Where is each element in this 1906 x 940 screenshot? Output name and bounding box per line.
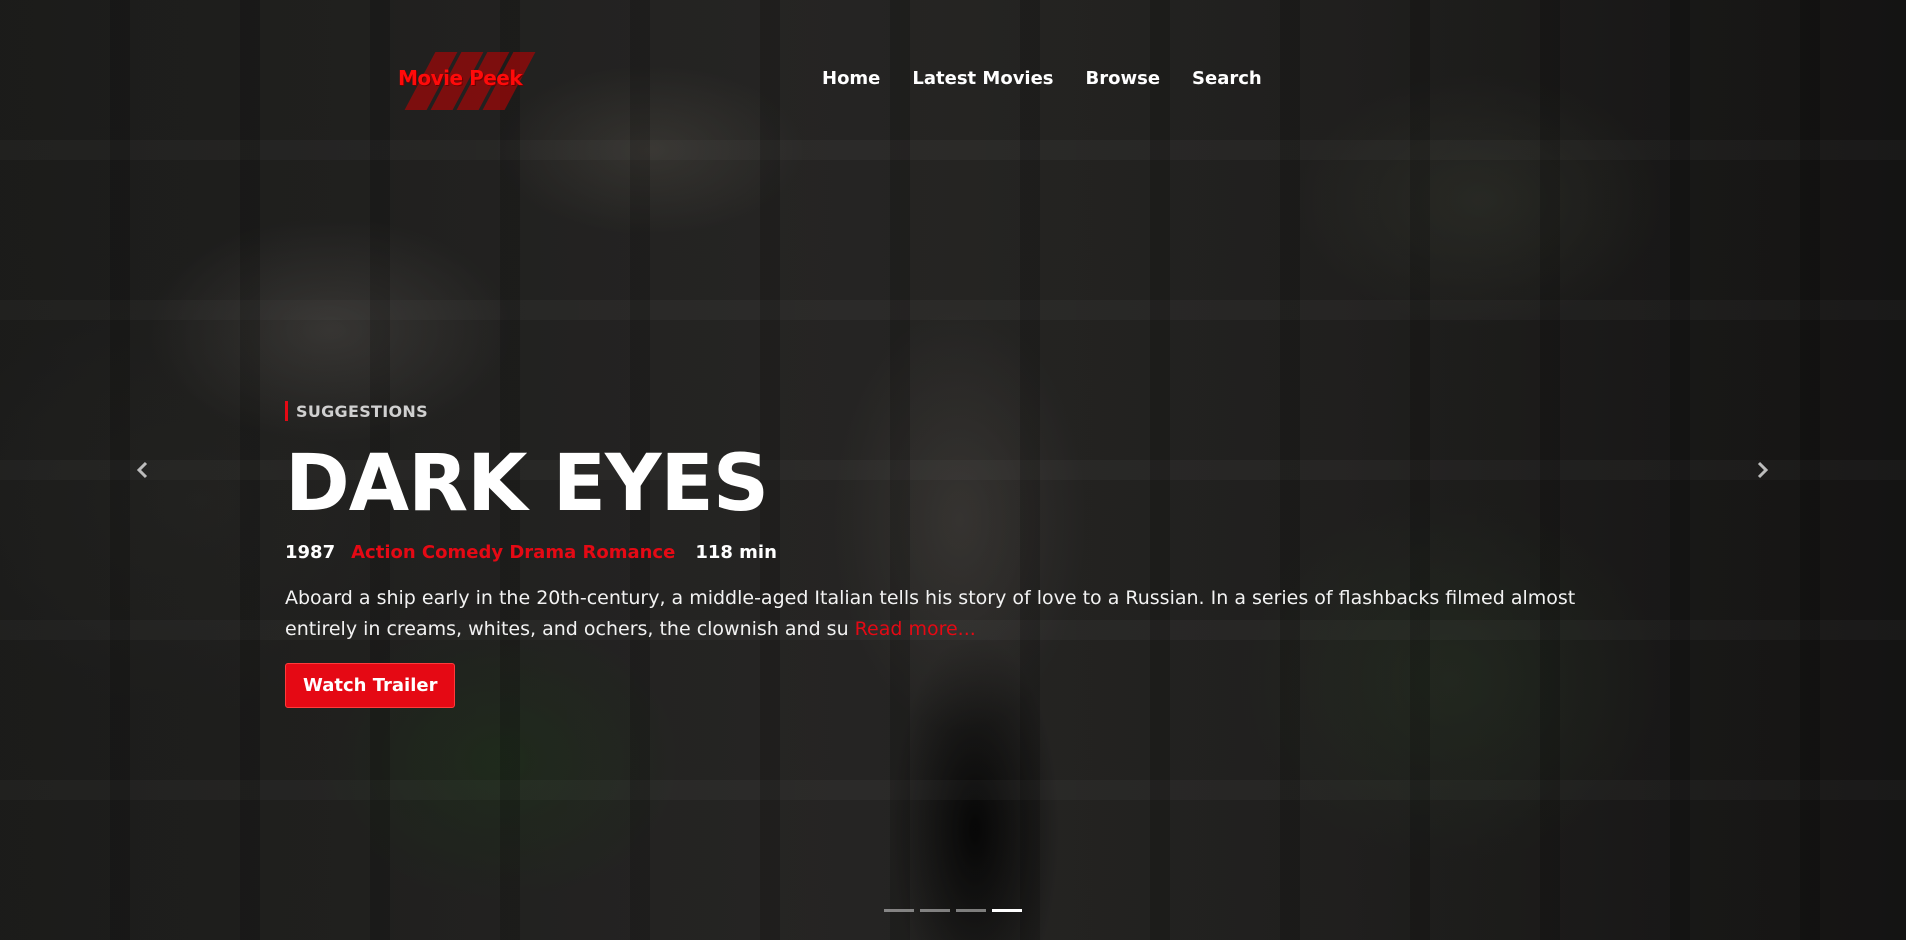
carousel-indicator-1[interactable] — [884, 909, 914, 912]
kicker-accent-bar — [285, 401, 288, 421]
main-menu: Home Latest Movies Browse Search — [822, 68, 1262, 89]
carousel-prev-button[interactable] — [128, 455, 158, 485]
nav-item-search[interactable]: Search — [1192, 68, 1262, 89]
read-more-link[interactable]: Read more... — [855, 618, 976, 640]
watch-trailer-button[interactable]: Watch Trailer — [285, 663, 456, 708]
carousel-indicator-3[interactable] — [956, 909, 986, 912]
logo-text: Movie Peek — [398, 66, 523, 90]
hero-banner: Movie Peek Home Latest Movies Browse Sea… — [0, 0, 1906, 940]
carousel-indicator-2[interactable] — [920, 909, 950, 912]
movie-title: DARK EYES — [285, 439, 769, 529]
nav-item-latest-movies[interactable]: Latest Movies — [912, 68, 1053, 89]
top-navigation: Movie Peek Home Latest Movies Browse Sea… — [0, 0, 1906, 160]
carousel-indicator-4[interactable] — [992, 909, 1022, 912]
movie-description: Aboard a ship early in the 20th-century,… — [285, 583, 1605, 645]
carousel-indicators — [884, 909, 1022, 912]
carousel-next-button[interactable] — [1747, 455, 1777, 485]
movie-meta: 1987 Action Comedy Drama Romance 118 min — [285, 542, 1625, 563]
chevron-right-icon — [1757, 461, 1769, 479]
nav-item-browse[interactable]: Browse — [1086, 68, 1161, 89]
kicker-label: SUGGESTIONS — [296, 401, 428, 421]
movie-genres: Action Comedy Drama Romance — [351, 542, 676, 563]
featured-movie: SUGGESTIONS DARK EYES 1987 Action Comedy… — [285, 400, 1625, 708]
chevron-left-icon — [136, 461, 148, 479]
section-kicker: SUGGESTIONS — [285, 400, 1625, 422]
nav-item-home[interactable]: Home — [822, 68, 880, 89]
movie-year: 1987 — [285, 542, 336, 563]
movie-runtime: 118 min — [695, 542, 777, 563]
site-logo[interactable]: Movie Peek — [398, 52, 536, 112]
